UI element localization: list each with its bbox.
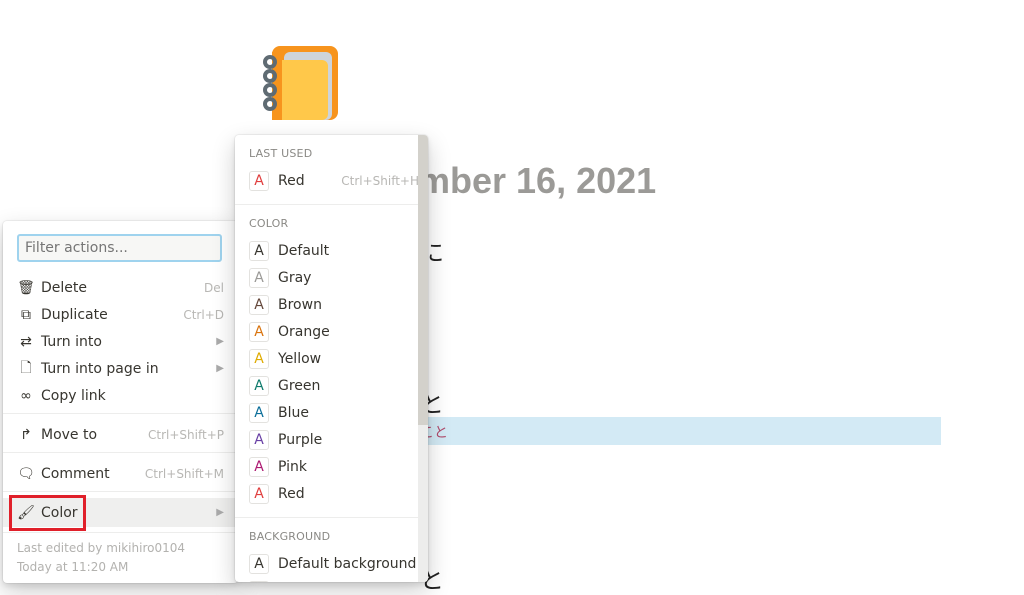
divider xyxy=(3,452,238,453)
menu-item-copy-link[interactable]: ∞ Copy link xyxy=(3,382,238,409)
color-swatch-icon: A xyxy=(249,170,269,191)
menu-item-move-to[interactable]: ↱ Move to Ctrl+Shift+P xyxy=(3,421,238,448)
color-swatch-icon: A xyxy=(249,267,269,288)
menu-item-comment[interactable]: 🗨 Comment Ctrl+Shift+M xyxy=(3,460,238,487)
color-swatch-icon: A xyxy=(249,483,269,504)
color-option-default[interactable]: A Default xyxy=(249,237,419,264)
color-swatch-icon xyxy=(249,580,269,582)
color-swatch-icon: A xyxy=(249,240,269,261)
chevron-right-icon: ▶ xyxy=(216,363,224,374)
menu-item-turn-into-page-in[interactable]: 🗋 Turn into page in ▶ xyxy=(3,355,238,382)
color-option-green[interactable]: A Green xyxy=(249,372,419,399)
background-option-default[interactable]: A Default background xyxy=(249,550,419,577)
highlighted-block[interactable]: こと xyxy=(418,417,941,445)
section-header-last-used: LAST USED xyxy=(249,147,313,160)
move-icon: ↱ xyxy=(20,426,32,443)
color-swatch-icon: A xyxy=(249,553,269,574)
color-option-yellow[interactable]: A Yellow xyxy=(249,345,419,372)
menu-item-duplicate[interactable]: ⧉ Duplicate Ctrl+D xyxy=(3,301,238,328)
divider xyxy=(3,532,238,533)
divider xyxy=(235,517,418,518)
color-option-blue[interactable]: A Blue xyxy=(249,399,419,426)
last-edited-time: Today at 11:20 AM xyxy=(17,560,129,574)
section-header-background: BACKGROUND xyxy=(249,530,331,543)
scrollbar-thumb[interactable] xyxy=(418,135,428,425)
divider xyxy=(3,491,238,492)
color-swatch-icon: A xyxy=(249,456,269,477)
link-icon: ∞ xyxy=(20,387,32,404)
turn-into-icon: ⇄ xyxy=(20,333,32,350)
color-option-red[interactable]: A Red xyxy=(249,480,419,507)
color-option-orange[interactable]: A Orange xyxy=(249,318,419,345)
color-swatch-icon: A xyxy=(249,375,269,396)
highlight-annotation-box xyxy=(9,495,86,531)
color-swatch-icon: A xyxy=(249,429,269,450)
last-edited-by: Last edited by mikihiro0104 xyxy=(17,541,185,555)
background-option-partial[interactable] xyxy=(249,577,419,582)
color-option-pink[interactable]: A Pink xyxy=(249,453,419,480)
divider xyxy=(3,413,238,414)
page-icon: 🗋 xyxy=(20,359,32,376)
menu-item-delete[interactable]: 🗑 Delete Del xyxy=(3,274,238,301)
color-option-purple[interactable]: A Purple xyxy=(249,426,419,453)
chevron-right-icon: ▶ xyxy=(216,336,224,347)
section-header-color: COLOR xyxy=(249,217,289,230)
comment-icon: 🗨 xyxy=(17,465,35,482)
filter-actions-input[interactable] xyxy=(17,234,222,262)
color-option-gray[interactable]: A Gray xyxy=(249,264,419,291)
color-swatch-icon: A xyxy=(249,348,269,369)
menu-item-turn-into[interactable]: ⇄ Turn into ▶ xyxy=(3,328,238,355)
color-option-last-used-red[interactable]: A Red Ctrl+Shift+H xyxy=(249,167,419,194)
scrollbar[interactable] xyxy=(418,135,428,582)
trash-icon: 🗑 xyxy=(17,279,35,296)
duplicate-icon: ⧉ xyxy=(21,306,31,323)
chevron-right-icon: ▶ xyxy=(216,507,224,518)
color-swatch-icon: A xyxy=(249,402,269,423)
color-option-brown[interactable]: A Brown xyxy=(249,291,419,318)
color-swatch-icon: A xyxy=(249,294,269,315)
color-swatch-icon: A xyxy=(249,321,269,342)
color-submenu: LAST USED A Red Ctrl+Shift+H COLOR A Defaul… xyxy=(235,135,428,582)
page-title[interactable]: mber 16, 2021 xyxy=(418,160,656,202)
divider xyxy=(235,204,418,205)
block-actions-menu: 🗑DeleteDel ⧉DuplicateCtrl+D ⇄Turn into▶ … xyxy=(3,221,238,583)
notebook-icon xyxy=(263,46,338,120)
